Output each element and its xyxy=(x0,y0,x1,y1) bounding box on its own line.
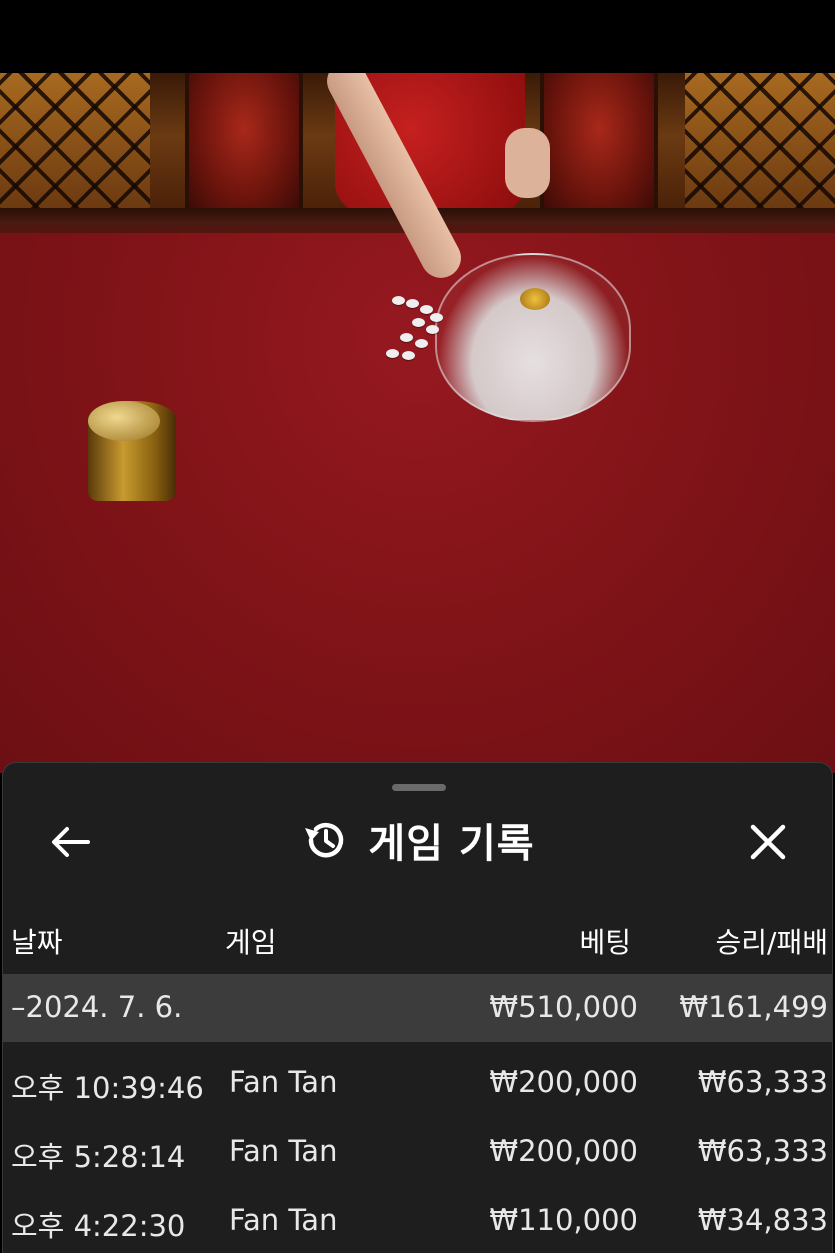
live-video-feed xyxy=(0,73,835,773)
bead xyxy=(392,296,405,305)
summary-bet: ₩510,000 xyxy=(489,990,638,1024)
bead xyxy=(415,339,428,348)
decor-panel-right xyxy=(540,73,658,213)
row-bet: ₩200,000 xyxy=(489,1065,638,1099)
gold-cup-top xyxy=(88,401,160,441)
column-header-result: 승리/패배 xyxy=(715,926,828,959)
column-header-date: 날짜 xyxy=(11,926,63,959)
game-history-panel: 게임 기록 날짜 게임 베팅 승리/패배 –2024. 7. 6. ₩510,0… xyxy=(2,762,833,1253)
history-row[interactable]: 오후 10:39:46 Fan Tan ₩200,000 ₩63,333 xyxy=(3,1051,832,1117)
row-game: Fan Tan xyxy=(229,1065,338,1099)
close-icon xyxy=(750,824,786,860)
row-game: Fan Tan xyxy=(229,1203,338,1237)
bead xyxy=(400,333,413,342)
bead xyxy=(386,349,399,358)
dome-knob xyxy=(520,288,550,310)
bead xyxy=(402,351,415,360)
lattice-screen-right xyxy=(685,73,835,213)
history-icon xyxy=(305,823,344,858)
lattice-screen-left xyxy=(0,73,150,213)
bead-dome xyxy=(435,253,631,422)
close-button[interactable] xyxy=(743,817,793,867)
row-bet: ₩110,000 xyxy=(489,1203,638,1237)
top-black-bar xyxy=(0,0,835,73)
row-time: 오후 5:28:14 xyxy=(11,1140,186,1174)
row-time: 오후 10:39:46 xyxy=(11,1071,204,1105)
row-time: 오후 4:22:30 xyxy=(11,1209,186,1243)
table-felt xyxy=(0,233,835,773)
bead xyxy=(426,325,439,334)
column-header-game: 게임 xyxy=(225,926,277,959)
bead xyxy=(430,313,443,322)
decor-panel-left xyxy=(185,73,303,213)
row-result: ₩63,333 xyxy=(697,1134,828,1168)
row-result: ₩63,333 xyxy=(697,1065,828,1099)
history-row[interactable]: 오후 5:28:14 Fan Tan ₩200,000 ₩63,333 xyxy=(3,1120,832,1186)
panel-title: 게임 기록 xyxy=(368,821,535,867)
row-result: ₩34,833 xyxy=(697,1203,828,1237)
bead xyxy=(412,318,425,327)
drag-handle[interactable] xyxy=(392,784,446,791)
summary-date: –2024. 7. 6. xyxy=(11,990,183,1024)
history-row[interactable]: 오후 4:22:30 Fan Tan ₩110,000 ₩34,833 xyxy=(3,1189,832,1253)
bead xyxy=(420,305,433,314)
bead xyxy=(406,299,419,308)
summary-result: ₩161,499 xyxy=(679,990,828,1024)
dealer-hand xyxy=(505,128,550,198)
column-header-bet: 베팅 xyxy=(579,926,631,959)
row-game: Fan Tan xyxy=(229,1134,338,1168)
row-bet: ₩200,000 xyxy=(489,1134,638,1168)
table-header: 날짜 게임 베팅 승리/패배 xyxy=(3,913,832,963)
date-summary-row[interactable]: –2024. 7. 6. ₩510,000 ₩161,499 xyxy=(3,974,832,1042)
panel-header: 게임 기록 xyxy=(3,815,832,867)
